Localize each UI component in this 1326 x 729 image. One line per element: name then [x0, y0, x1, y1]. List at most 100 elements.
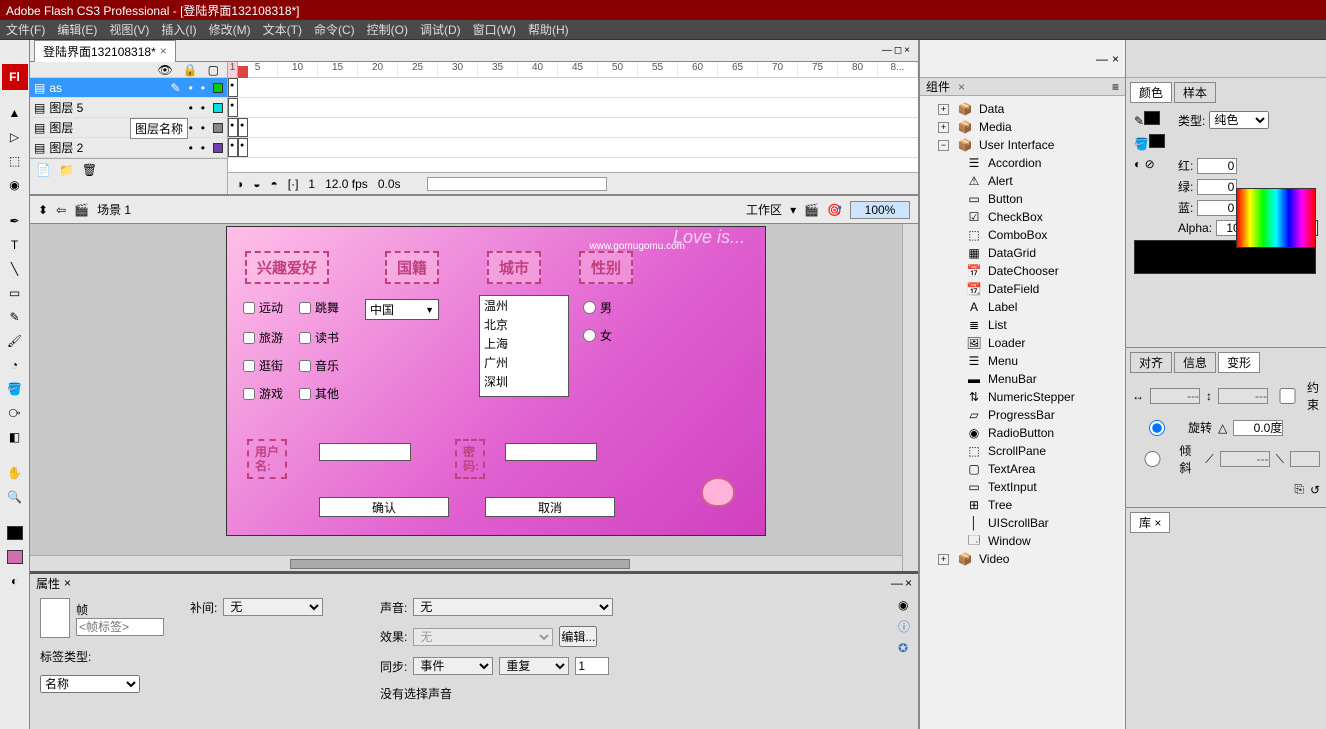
- ok-button[interactable]: 确认: [319, 497, 449, 517]
- pencil-tool[interactable]: ✎: [6, 308, 24, 326]
- tree-item[interactable]: ≣List: [924, 316, 1121, 334]
- frame-row[interactable]: [228, 98, 918, 118]
- rectangle-tool[interactable]: ▭: [6, 284, 24, 302]
- cancel-button[interactable]: 取消: [485, 497, 615, 517]
- info-tab[interactable]: 信息: [1174, 352, 1216, 373]
- keyframe[interactable]: [228, 118, 238, 137]
- menu-text[interactable]: 文本(T): [263, 21, 302, 38]
- city-item[interactable]: 温州: [480, 296, 568, 315]
- tree-item[interactable]: 📅DateChooser: [924, 262, 1121, 280]
- line-tool[interactable]: ╲: [6, 260, 24, 278]
- properties-tab[interactable]: 属性: [36, 575, 60, 592]
- layer-color-swatch[interactable]: [213, 83, 223, 93]
- fill-tool-icon[interactable]: 🪣: [1134, 137, 1149, 151]
- components-tab[interactable]: 组件: [926, 78, 950, 95]
- add-folder-icon[interactable]: 📁: [59, 163, 74, 177]
- add-layer-icon[interactable]: 📄: [36, 163, 51, 177]
- stroke-tool-icon[interactable]: ✎: [1134, 114, 1144, 128]
- work-area-dropdown-icon[interactable]: ▾: [790, 203, 796, 217]
- hobby-chk-6[interactable]: [299, 360, 311, 372]
- menu-file[interactable]: 文件(F): [6, 21, 45, 38]
- copy-transform-icon[interactable]: ⎘: [1294, 482, 1304, 497]
- tree-item[interactable]: ⬚ScrollPane: [924, 442, 1121, 460]
- fill-color-swatch[interactable]: [6, 548, 24, 566]
- tree-item[interactable]: ▱ProgressBar: [924, 406, 1121, 424]
- panel-minimize-icon[interactable]: —: [891, 576, 903, 590]
- menu-control[interactable]: 控制(O): [367, 21, 408, 38]
- nation-combobox[interactable]: 中国▼: [365, 299, 439, 320]
- tree-item[interactable]: 🖼Loader: [924, 334, 1121, 352]
- menu-commands[interactable]: 命令(C): [314, 21, 355, 38]
- city-item[interactable]: 深圳: [480, 372, 568, 391]
- r-input[interactable]: [1197, 158, 1237, 174]
- accessibility-icon[interactable]: ✪: [898, 641, 910, 655]
- zoom-tool[interactable]: 🔍: [6, 488, 24, 506]
- stage-horizontal-scrollbar[interactable]: [30, 555, 902, 571]
- city-item[interactable]: 广州: [480, 353, 568, 372]
- menu-edit[interactable]: 编辑(E): [57, 21, 97, 38]
- city-item[interactable]: 上海: [480, 334, 568, 353]
- hobby-chk-2[interactable]: [299, 302, 311, 314]
- stage-area[interactable]: Love is... www.gomugomu.com 兴趣爱好 国籍 城市 性…: [30, 224, 918, 571]
- tree-item[interactable]: ALabel: [924, 298, 1121, 316]
- free-transform-tool[interactable]: ⬚: [6, 152, 24, 170]
- frame-row[interactable]: [228, 138, 918, 158]
- layer-color-swatch[interactable]: [213, 123, 223, 133]
- hobby-chk-1[interactable]: [243, 302, 255, 314]
- transform-tab[interactable]: 变形: [1218, 352, 1260, 373]
- constrain-checkbox[interactable]: [1274, 388, 1301, 404]
- edit-multiple-icon[interactable]: ◓: [271, 177, 278, 191]
- panel-restore-icon[interactable]: ◻: [894, 45, 902, 56]
- keyframe[interactable]: [228, 138, 238, 157]
- layer-row[interactable]: ▤图层 5••: [30, 98, 227, 118]
- close-properties-icon[interactable]: ×: [64, 576, 71, 590]
- rotate-radio[interactable]: [1132, 420, 1182, 436]
- tween-select[interactable]: 无: [223, 598, 323, 616]
- tree-item[interactable]: ▬MenuBar: [924, 370, 1121, 388]
- none-icon[interactable]: ⊘: [1145, 157, 1155, 171]
- color-toggle-icon[interactable]: ◐: [6, 572, 24, 590]
- onion-skin-outline-icon[interactable]: ◒: [253, 177, 260, 191]
- password-input[interactable]: [505, 443, 597, 461]
- b-input[interactable]: [1197, 200, 1237, 216]
- stage[interactable]: Love is... www.gomugomu.com 兴趣爱好 国籍 城市 性…: [226, 226, 766, 536]
- text-tool[interactable]: T: [6, 236, 24, 254]
- help-lock-icon[interactable]: ◉: [898, 598, 910, 612]
- hobby-chk-7[interactable]: [243, 388, 255, 400]
- align-tab[interactable]: 对齐: [1130, 352, 1172, 373]
- gender-female-radio[interactable]: [583, 329, 596, 342]
- bw-icon[interactable]: ◐: [1134, 157, 1141, 171]
- hobby-chk-5[interactable]: [243, 360, 255, 372]
- sound-select[interactable]: 无: [413, 598, 613, 616]
- menu-insert[interactable]: 插入(I): [161, 21, 196, 38]
- layer-edit-icon[interactable]: ✎: [171, 81, 181, 95]
- menu-modify[interactable]: 修改(M): [209, 21, 251, 38]
- tree-item[interactable]: ▦DataGrid: [924, 244, 1121, 262]
- skew-radio[interactable]: [1132, 451, 1173, 467]
- tree-item[interactable]: ▢TextArea: [924, 460, 1121, 478]
- reset-transform-icon[interactable]: ↺: [1310, 483, 1320, 497]
- tree-item[interactable]: ◉RadioButton: [924, 424, 1121, 442]
- eyedropper-tool[interactable]: ⧂: [6, 404, 24, 422]
- layer-row[interactable]: ▤as✎••: [30, 78, 227, 98]
- library-tab[interactable]: 库 ×: [1130, 512, 1170, 533]
- layer-color-swatch[interactable]: [213, 143, 223, 153]
- marker-icon[interactable]: [·]: [288, 177, 299, 191]
- ink-bottle-tool[interactable]: ◔: [6, 356, 24, 374]
- edit-scene-icon[interactable]: 🎬: [804, 203, 819, 217]
- menu-window[interactable]: 窗口(W): [473, 21, 516, 38]
- tree-item[interactable]: ⬚ComboBox: [924, 226, 1121, 244]
- menu-view[interactable]: 视图(V): [109, 21, 149, 38]
- color-spectrum[interactable]: [1236, 188, 1316, 248]
- paint-bucket-tool[interactable]: 🪣: [6, 380, 24, 398]
- gender-male-radio[interactable]: [583, 301, 596, 314]
- tree-item[interactable]: ▭Button: [924, 190, 1121, 208]
- visibility-header-icon[interactable]: 👁: [157, 63, 172, 77]
- panel-minimize-icon[interactable]: —: [1096, 52, 1108, 66]
- frame-row[interactable]: [228, 118, 918, 138]
- tree-folder[interactable]: +📦Video: [924, 550, 1121, 568]
- menu-debug[interactable]: 调试(D): [420, 21, 461, 38]
- panel-menu-icon[interactable]: ≡: [1112, 80, 1119, 94]
- stage-vertical-scrollbar[interactable]: [902, 224, 918, 571]
- type-select[interactable]: 纯色: [1209, 111, 1269, 129]
